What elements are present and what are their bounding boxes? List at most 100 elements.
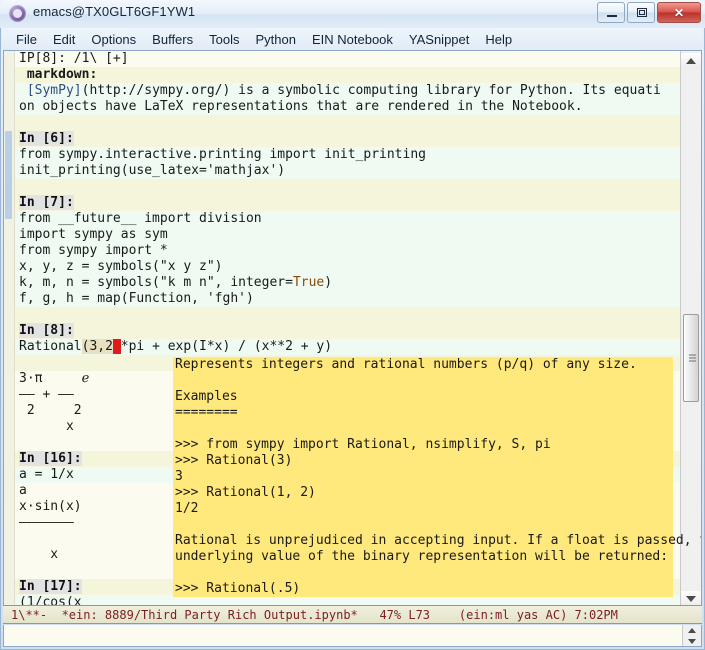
tooltip-line xyxy=(175,565,671,581)
line-text: 2 2 xyxy=(19,403,82,418)
line-text: from __future__ import division xyxy=(19,211,262,226)
cell-input-prompt: In [6]: xyxy=(19,131,74,146)
left-fringe-indicator xyxy=(5,131,12,219)
cell-input-prompt: In [16]: xyxy=(19,451,82,466)
vertical-scrollbar[interactable] xyxy=(680,51,701,609)
buffer-line[interactable]: from sympy import * xyxy=(15,243,680,259)
chevron-up-icon xyxy=(688,628,696,633)
tooltip-line: 3 xyxy=(175,469,671,485)
title-bar[interactable]: emacs@TX0GLT6GF1YW1 ✕ xyxy=(0,0,705,28)
menu-item-edit[interactable]: Edit xyxy=(45,31,83,48)
buffer-line[interactable]: In [7]: xyxy=(15,195,680,211)
line-text: from sympy import * xyxy=(19,243,168,258)
cell-input-prompt: In [7]: xyxy=(19,195,74,210)
menu-item-ein-notebook[interactable]: EIN Notebook xyxy=(304,31,401,48)
buffer-line[interactable]: init_printing(use_latex='mathjax') xyxy=(15,163,680,179)
menu-item-help[interactable]: Help xyxy=(477,31,520,48)
line-text: a = 1/x xyxy=(19,467,74,482)
text-cursor: ) xyxy=(113,339,121,354)
line-text: 3·π ℯ xyxy=(19,371,89,386)
chevron-down-icon xyxy=(688,639,696,644)
window-title: emacs@TX0GLT6GF1YW1 xyxy=(33,4,195,19)
line-text: k, m, n = symbols("k m n", integer=True) xyxy=(19,275,332,290)
maximize-button[interactable] xyxy=(627,2,655,23)
maximize-icon xyxy=(637,8,647,17)
line-text: a xyxy=(19,483,27,498)
line-text: on objects have LaTeX representations th… xyxy=(19,99,583,114)
line-text: ——————— xyxy=(19,515,74,530)
line-text: markdown: xyxy=(19,67,97,82)
line-text: import sympy as sym xyxy=(19,227,168,242)
tooltip-line: >>> Rational(1, 2) xyxy=(175,485,671,501)
buffer-line[interactable]: markdown: xyxy=(15,67,680,83)
buffer-line[interactable]: IP[8]: /1\ [+] xyxy=(15,51,680,67)
buffer-line[interactable]: In [6]: xyxy=(15,131,680,147)
tooltip-line xyxy=(175,373,671,389)
tooltip-line: 1/2 xyxy=(175,501,671,517)
docstring-tooltip: Represents integers and rational numbers… xyxy=(173,357,673,597)
window-controls: ✕ xyxy=(597,2,701,24)
buffer-line[interactable]: x, y, z = symbols("x y z") xyxy=(15,259,680,275)
tooltip-line: Examples xyxy=(175,389,671,405)
buffer-line[interactable]: [SymPy](http://sympy.org/) is a symbolic… xyxy=(15,83,680,99)
menu-item-options[interactable]: Options xyxy=(83,31,144,48)
close-icon: ✕ xyxy=(658,7,700,19)
chevron-down-icon xyxy=(686,596,696,602)
tooltip-line: >>> from sympy import Rational, nsimplif… xyxy=(175,437,671,453)
menu-item-tools[interactable]: Tools xyxy=(201,31,247,48)
echo-scroll-down-button[interactable] xyxy=(687,637,697,645)
left-fringe xyxy=(4,51,15,609)
buffer-line[interactable]: In [8]: xyxy=(15,323,680,339)
line-text: from sympy.interactive.printing import i… xyxy=(19,147,426,162)
buffer-line[interactable]: from __future__ import division xyxy=(15,211,680,227)
scrollbar-thumb[interactable] xyxy=(683,314,699,402)
buffer-line[interactable]: k, m, n = symbols("k m n", integer=True) xyxy=(15,275,680,291)
menu-item-yasnippet[interactable]: YASnippet xyxy=(401,31,477,48)
buffer-line[interactable]: import sympy as sym xyxy=(15,227,680,243)
selected-args: (3,2 xyxy=(82,339,113,354)
buffer-line[interactable] xyxy=(15,179,680,195)
menu-bar: FileEditOptionsBuffersToolsPythonEIN Not… xyxy=(2,28,703,50)
tooltip-line: underlying value of the binary represent… xyxy=(175,549,671,565)
line-text: x, y, z = symbols("x y z") xyxy=(19,259,223,274)
line-text: x·sin(x) xyxy=(19,499,82,514)
echo-area xyxy=(3,625,702,647)
tooltip-line: Represents integers and rational numbers… xyxy=(175,357,671,373)
code-text-tail: *pi + exp(I*x) / (x**2 + y) xyxy=(121,339,332,354)
line-text: init_printing(use_latex='mathjax') xyxy=(19,163,285,178)
close-button[interactable]: ✕ xyxy=(657,2,701,23)
tooltip-line: >>> Rational(3) xyxy=(175,453,671,469)
notebook-header: IP[8]: /1\ [+] xyxy=(19,51,129,66)
line-text: [SymPy](http://sympy.org/) is a symbolic… xyxy=(19,83,661,98)
cell-input-prompt: In [8]: xyxy=(19,323,74,338)
buffer-line[interactable]: on objects have LaTeX representations th… xyxy=(15,99,680,115)
editor-area: IP[8]: /1\ [+] markdown: [SymPy](http://… xyxy=(3,50,702,610)
echo-scroll-up-button[interactable] xyxy=(687,626,697,634)
mode-line: 1\**- *ein: 8889/Third Party Rich Output… xyxy=(3,605,702,624)
buffer-line[interactable]: f, g, h = map(Function, 'fgh') xyxy=(15,291,680,307)
cell-input-prompt: In [17]: xyxy=(19,579,82,594)
line-text: f, g, h = map(Function, 'fgh') xyxy=(19,291,254,306)
minimize-button[interactable] xyxy=(597,2,625,23)
line-text: x xyxy=(19,547,58,562)
line-text: —— + —— xyxy=(19,387,74,402)
minimize-icon xyxy=(607,15,617,17)
buffer-line[interactable] xyxy=(15,307,680,323)
scroll-up-button[interactable] xyxy=(681,53,701,69)
tooltip-line xyxy=(175,421,671,437)
emacs-icon xyxy=(9,5,26,22)
menu-item-python[interactable]: Python xyxy=(247,31,303,48)
scrollbar-grip-icon xyxy=(689,355,696,362)
tooltip-line: >>> Rational(.5) xyxy=(175,581,671,597)
tooltip-line xyxy=(175,517,671,533)
buffer-line[interactable]: from sympy.interactive.printing import i… xyxy=(15,147,680,163)
buffer-line[interactable] xyxy=(15,115,680,131)
menu-item-file[interactable]: File xyxy=(8,31,45,48)
menu-item-buffers[interactable]: Buffers xyxy=(144,31,201,48)
buffer-line[interactable]: Rational(3,2)*pi + exp(I*x) / (x**2 + y) xyxy=(15,339,680,355)
emacs-window: emacs@TX0GLT6GF1YW1 ✕ FileEditOptionsBuf… xyxy=(0,0,705,650)
code-text: Rational xyxy=(19,339,82,354)
tooltip-line: Rational is unprejudiced in accepting in… xyxy=(175,533,671,549)
echo-scrollbar[interactable] xyxy=(682,625,701,646)
chevron-up-icon xyxy=(686,58,696,64)
